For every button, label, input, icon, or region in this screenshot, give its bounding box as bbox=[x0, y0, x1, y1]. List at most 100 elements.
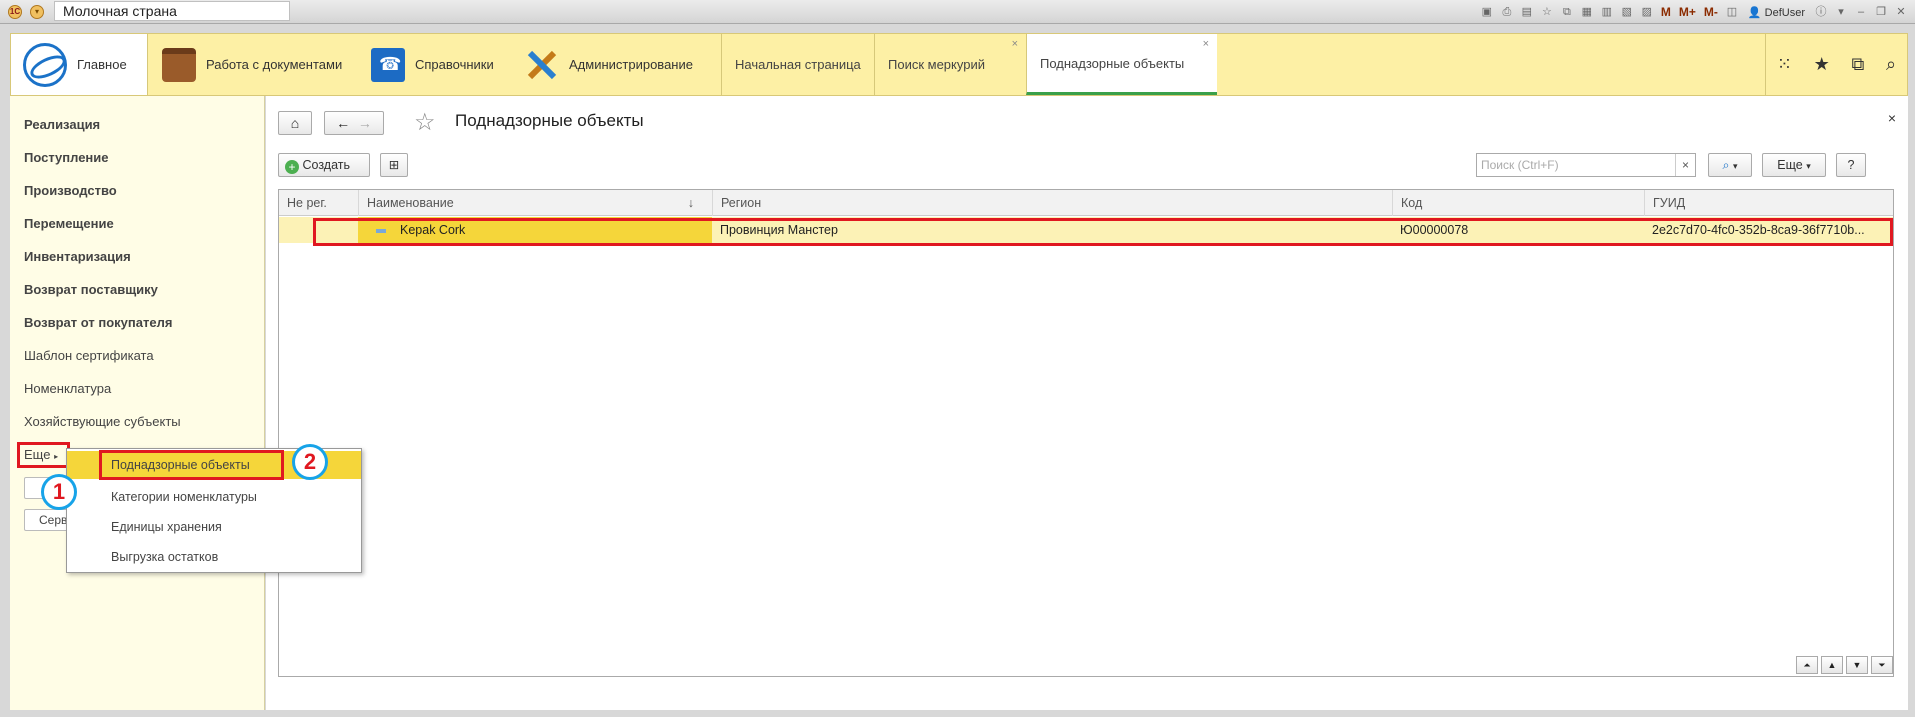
create-button[interactable]: + Создать bbox=[278, 153, 370, 177]
save-icon[interactable]: ▣ bbox=[1479, 4, 1495, 20]
nav-item-transfer[interactable]: Перемещение bbox=[24, 216, 114, 231]
section-documents-label: Работа с документами bbox=[206, 57, 343, 72]
service-button-label: Серв bbox=[39, 513, 68, 527]
table-header: Не рег. Наименование ↓ Регион Код ГУИД bbox=[279, 190, 1893, 216]
section-main-label: Главное bbox=[77, 57, 127, 72]
search-placeholder: Поиск (Ctrl+F) bbox=[1481, 158, 1559, 172]
menu-item-nomenclature-categories[interactable]: Категории номенклатуры bbox=[67, 483, 361, 511]
titlebar-tools: ▣ ⎙ ▤ ☆ ⧉ ▦ ▥ ▧ ▨ M M+ M- ◫ 👤 DefUser ⓘ … bbox=[1479, 3, 1909, 21]
section-administration[interactable]: Администрирование bbox=[511, 34, 721, 95]
nav-item-return-customer[interactable]: Возврат от покупателя bbox=[24, 315, 172, 330]
star-icon[interactable]: ★ bbox=[1814, 54, 1830, 75]
nav-item-nomenclature[interactable]: Номенклатура bbox=[24, 381, 111, 396]
chevron-down-icon[interactable]: ▾ bbox=[1833, 4, 1849, 20]
nav-item-sales[interactable]: Реализация bbox=[24, 117, 100, 132]
tab-start-page[interactable]: Начальная страница bbox=[721, 34, 874, 95]
panels-icon[interactable]: ◫ bbox=[1724, 4, 1740, 20]
col-not-registered[interactable]: Не рег. bbox=[279, 190, 358, 216]
create-copy-button[interactable]: ⊞ bbox=[380, 153, 408, 177]
tab-label: Начальная страница bbox=[735, 57, 861, 72]
tab-mercury-search[interactable]: Поиск меркурий × bbox=[874, 34, 1026, 95]
back-forward-buttons[interactable]: ← → bbox=[324, 111, 384, 135]
nav-item-business-entities[interactable]: Хозяйствующие субъекты bbox=[24, 414, 181, 429]
col-guid[interactable]: ГУИД bbox=[1644, 190, 1893, 216]
calendar-icon[interactable]: ▨ bbox=[1639, 4, 1655, 20]
window-title: Молочная страна bbox=[54, 1, 290, 21]
scroll-up-icon[interactable]: ▲ bbox=[1821, 656, 1843, 674]
clear-search-icon[interactable]: × bbox=[1675, 154, 1695, 176]
close-form-icon[interactable]: × bbox=[1888, 110, 1896, 126]
memory-m-plus-button[interactable]: M+ bbox=[1677, 5, 1698, 19]
print-icon[interactable]: ⎙ bbox=[1499, 4, 1515, 20]
section-references-label: Справочники bbox=[415, 57, 494, 72]
main-logo-icon bbox=[23, 42, 67, 87]
section-documents[interactable]: Работа с документами bbox=[147, 34, 357, 95]
section-navigation: Реализация Поступление Производство Пере… bbox=[10, 96, 265, 710]
scroll-bottom-icon[interactable]: ⏷ bbox=[1871, 656, 1893, 674]
col-code[interactable]: Код bbox=[1392, 190, 1644, 216]
back-arrow-icon[interactable]: ← bbox=[336, 115, 350, 131]
history-icon[interactable]: ⧉ bbox=[1851, 54, 1864, 75]
search-icon: ⌕ bbox=[1722, 158, 1730, 172]
create-label: Создать bbox=[302, 158, 350, 172]
col-name-label: Наименование bbox=[367, 196, 454, 210]
app-logo-icon[interactable]: 1С bbox=[8, 5, 22, 19]
nav-item-receipts[interactable]: Поступление bbox=[24, 150, 109, 165]
search-input[interactable]: Поиск (Ctrl+F) × bbox=[1476, 153, 1696, 177]
forward-arrow-icon[interactable]: → bbox=[358, 115, 372, 131]
scroll-top-icon[interactable]: ⏶ bbox=[1796, 656, 1818, 674]
user-name: DefUser bbox=[1764, 6, 1805, 19]
favorite-star-icon[interactable]: ☆ bbox=[414, 108, 436, 137]
sort-arrow-icon: ↓ bbox=[687, 196, 694, 210]
memory-m-minus-button[interactable]: M- bbox=[1702, 5, 1720, 19]
preview-icon[interactable]: ▤ bbox=[1519, 4, 1535, 20]
tab-label: Поднадзорные объекты bbox=[1040, 55, 1185, 71]
window-titlebar: 1С ▾ Молочная страна ▣ ⎙ ▤ ☆ ⧉ ▦ ▥ ▧ ▨ M… bbox=[0, 0, 1915, 24]
tab-supervised-objects[interactable]: Поднадзорные объекты × bbox=[1026, 34, 1217, 95]
plus-icon: + bbox=[285, 160, 299, 174]
main-menu-dropdown-icon[interactable]: ▾ bbox=[30, 5, 44, 19]
phonebook-icon bbox=[371, 47, 405, 82]
close-icon[interactable]: ✕ bbox=[1893, 4, 1909, 20]
main-content: ⌂ ← → ☆ Поднадзорные объекты × + Создать… bbox=[266, 96, 1908, 710]
more-nav-button[interactable]: Еще ▸ bbox=[17, 442, 70, 468]
chevron-down-icon: ▾ bbox=[1732, 161, 1738, 171]
section-main[interactable]: Главное bbox=[11, 34, 147, 95]
objects-table: Не рег. Наименование ↓ Регион Код ГУИД Ke… bbox=[278, 189, 1894, 677]
help-button[interactable]: ? bbox=[1836, 153, 1866, 177]
tab-close-icon[interactable]: × bbox=[1012, 38, 1018, 50]
section-administration-label: Администрирование bbox=[569, 57, 693, 72]
home-button[interactable]: ⌂ bbox=[278, 111, 312, 135]
add-document-icon: ⊞ bbox=[388, 158, 400, 172]
section-references[interactable]: Справочники bbox=[357, 34, 511, 95]
col-name[interactable]: Наименование ↓ bbox=[358, 190, 712, 216]
scroll-down-icon[interactable]: ▼ bbox=[1846, 656, 1868, 674]
search-options-button[interactable]: ⌕ ▾ bbox=[1708, 153, 1752, 177]
memory-m-button[interactable]: M bbox=[1659, 5, 1673, 19]
restore-icon[interactable]: ❐ bbox=[1873, 4, 1889, 20]
link-icon[interactable]: ⧉ bbox=[1559, 4, 1575, 20]
more-label: Еще bbox=[24, 447, 51, 462]
minimize-icon[interactable]: – bbox=[1853, 4, 1869, 20]
page-title: Поднадзорные объекты bbox=[455, 111, 644, 130]
nav-item-certificate-template[interactable]: Шаблон сертификата bbox=[24, 348, 154, 363]
favorites-icon[interactable]: ☆ bbox=[1539, 4, 1555, 20]
tab-close-icon[interactable]: × bbox=[1203, 38, 1209, 50]
nav-item-inventory[interactable]: Инвентаризация bbox=[24, 249, 131, 264]
home-icon: ⌂ bbox=[290, 115, 300, 131]
menu-item-export-balances[interactable]: Выгрузка остатков bbox=[67, 543, 361, 571]
search-icon[interactable]: ⌕ bbox=[1886, 54, 1896, 75]
nav-item-production[interactable]: Производство bbox=[24, 183, 117, 198]
current-user[interactable]: 👤 DefUser bbox=[1744, 6, 1809, 19]
info-icon[interactable]: ⓘ bbox=[1813, 4, 1829, 20]
menu-item-storage-units[interactable]: Единицы хранения bbox=[67, 513, 361, 541]
calculator-icon[interactable]: ▧ bbox=[1619, 4, 1635, 20]
nav-item-return-supplier[interactable]: Возврат поставщику bbox=[24, 282, 158, 297]
more-actions-button[interactable]: Еще ▾ bbox=[1762, 153, 1826, 177]
col-region[interactable]: Регион bbox=[712, 190, 1392, 216]
highlight-frame bbox=[99, 450, 284, 480]
table-icon[interactable]: ▥ bbox=[1599, 4, 1615, 20]
grid-menu-icon[interactable]: ⁙ bbox=[1777, 54, 1792, 75]
history-icon[interactable]: ▦ bbox=[1579, 4, 1595, 20]
step-marker-2: 2 bbox=[292, 444, 328, 480]
